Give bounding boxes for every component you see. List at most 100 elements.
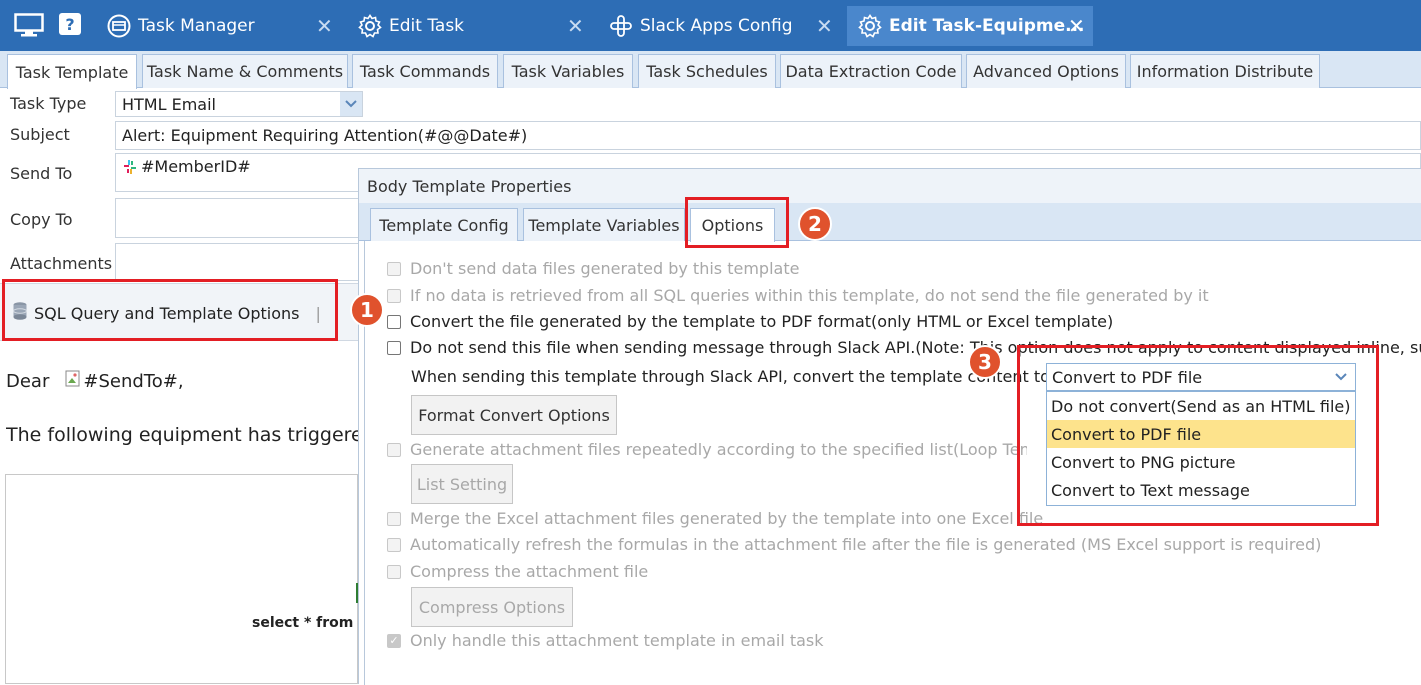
tab-label: Data Extraction Code [785,62,957,81]
task-type-label: Task Type [10,94,87,113]
task-type-value: HTML Email [122,94,216,114]
close-icon[interactable]: ✕ [816,14,833,38]
body-intro-line: The following equipment has triggere [6,424,358,446]
tab-information-distribute[interactable]: Information Distribute [1130,54,1320,88]
subject-value: Alert: Equipment Requiring Attention(#@@… [122,126,528,145]
option-merge-excel[interactable]: Merge the Excel attachment files generat… [387,509,1043,528]
task-type-select[interactable]: HTML Email [115,91,363,117]
highlight-box-options-tab [685,197,789,248]
tab-label: Task Commands [359,62,491,81]
button-label: Format Convert Options [418,405,610,425]
checkbox-checked[interactable]: ✓ [387,633,401,648]
greeting-line: Dear #SendTo#, [6,370,184,393]
task-manager-icon [106,13,132,39]
tab-label: Task Schedules [646,62,768,81]
send-to-token: #SendTo#, [83,371,184,392]
close-icon[interactable]: ✕ [316,14,333,38]
tab-template-variables[interactable]: Template Variables [523,208,685,241]
tab-task-variables[interactable]: Task Variables [503,54,633,88]
tab-template-config[interactable]: Template Config [370,208,518,241]
window-tab-slack-apps-config[interactable]: Slack Apps Config ✕ [608,6,836,46]
tab-label: Template Config [379,215,509,235]
option-refresh-formulas[interactable]: Automatically refresh the formulas in th… [387,535,1321,554]
highlight-box-convert-dropdown [1017,345,1379,526]
slack-icon [608,13,634,39]
tab-advanced-options[interactable]: Advanced Options [966,54,1126,88]
gear-icon [857,13,883,39]
step-badge-3: 3 [968,345,1002,379]
svg-text:?: ? [65,15,74,34]
broken-image-icon [65,370,81,393]
subject-label: Subject [10,125,70,144]
gear-icon [357,13,383,39]
checkbox[interactable] [387,340,401,355]
send-to-value: #MemberID# [141,157,251,176]
tab-task-commands[interactable]: Task Commands [352,54,498,88]
window-tab-label: Edit Task [389,16,465,36]
tab-data-extraction-code[interactable]: Data Extraction Code [780,54,962,88]
close-icon[interactable]: ✕ [1068,14,1085,38]
option-compress[interactable]: Compress the attachment file [387,562,648,581]
checkbox[interactable] [387,537,401,552]
subject-input[interactable]: Alert: Equipment Requiring Attention(#@@… [115,121,1421,150]
tab-label: Task Name & Comments [146,62,344,81]
checkbox[interactable] [387,314,401,329]
window-tab-edit-task-equipment[interactable]: Edit Task-Equipme... ✕ [847,6,1093,46]
step-badge-1: 1 [350,293,384,327]
slack-icon [122,159,138,179]
option-no-data-no-send[interactable]: If no data is retrieved from all SQL que… [387,286,1209,305]
option-label: Only handle this attachment template in … [410,631,824,650]
button-label: List Setting [416,474,508,494]
slack-convert-label: When sending this template through Slack… [411,367,1050,386]
checkbox[interactable] [387,288,401,303]
window-tab-label: Task Manager [138,16,255,36]
tab-label: Information Distribute [1136,62,1314,81]
sql-preview-frame: select * from e [5,474,359,684]
tab-label: Template Variables [528,215,680,235]
option-label: Compress the attachment file [410,562,649,581]
help-icon[interactable]: ? [59,13,81,39]
window-tab-task-manager[interactable]: Task Manager ✕ [106,6,336,46]
sql-snippet: select * from e [252,615,358,631]
checkbox[interactable] [387,442,401,457]
window-tab-edit-task[interactable]: Edit Task ✕ [357,6,587,46]
task-tab-bar: Task Template Task Name & Comments Task … [0,51,1421,89]
option-dont-send-data-files[interactable]: Don't send data files generated by this … [387,259,799,278]
checkbox[interactable] [387,261,401,276]
button-label: Compress Options [418,597,566,617]
tab-task-template[interactable]: Task Template [7,54,137,89]
option-label: Generate attachment files repeatedly acc… [410,440,1027,459]
option-label: Merge the Excel attachment files generat… [410,509,1044,528]
attachments-label: Attachments [10,254,113,273]
tab-task-name-comments[interactable]: Task Name & Comments [142,54,348,88]
highlight-box-sql-options [2,279,338,341]
window-tab-label: Slack Apps Config [640,16,793,36]
option-label: Don't send data files generated by this … [410,259,800,278]
send-to-label: Send To [10,164,73,183]
tab-label: Advanced Options [973,62,1119,81]
chevron-down-icon[interactable] [340,92,362,116]
copy-to-label: Copy To [10,210,73,229]
monitor-icon[interactable] [14,13,44,41]
window-tab-bar: ? Task Manager ✕ Edit Task ✕ Slack Apps … [0,0,1421,51]
compress-options-button[interactable]: Compress Options [411,587,573,627]
dialog-tab-bar: Template Config Template Variables Optio… [359,203,1421,242]
option-convert-to-pdf[interactable]: Convert the file generated by the templa… [387,312,1113,331]
option-only-email[interactable]: ✓ Only handle this attachment template in… [387,631,824,650]
window-tab-label: Edit Task-Equipme... [889,16,1085,36]
option-loop-template[interactable]: Generate attachment files repeatedly acc… [387,440,1027,459]
step-badge-2: 2 [798,207,832,241]
tab-label: Task Variables [511,62,625,81]
close-icon[interactable]: ✕ [567,14,584,38]
dear-text: Dear [6,371,50,392]
tab-label: Task Template [15,62,129,82]
option-label: If no data is retrieved from all SQL que… [410,286,1209,305]
option-label: Automatically refresh the formulas in th… [410,535,1322,554]
checkbox[interactable] [387,564,401,579]
list-setting-button[interactable]: List Setting [411,464,513,504]
dialog-title: Body Template Properties [359,169,1421,203]
format-convert-options-button[interactable]: Format Convert Options [411,395,617,435]
tab-task-schedules[interactable]: Task Schedules [638,54,776,88]
option-label: Convert the file generated by the templa… [410,312,1114,331]
checkbox[interactable] [387,511,401,526]
